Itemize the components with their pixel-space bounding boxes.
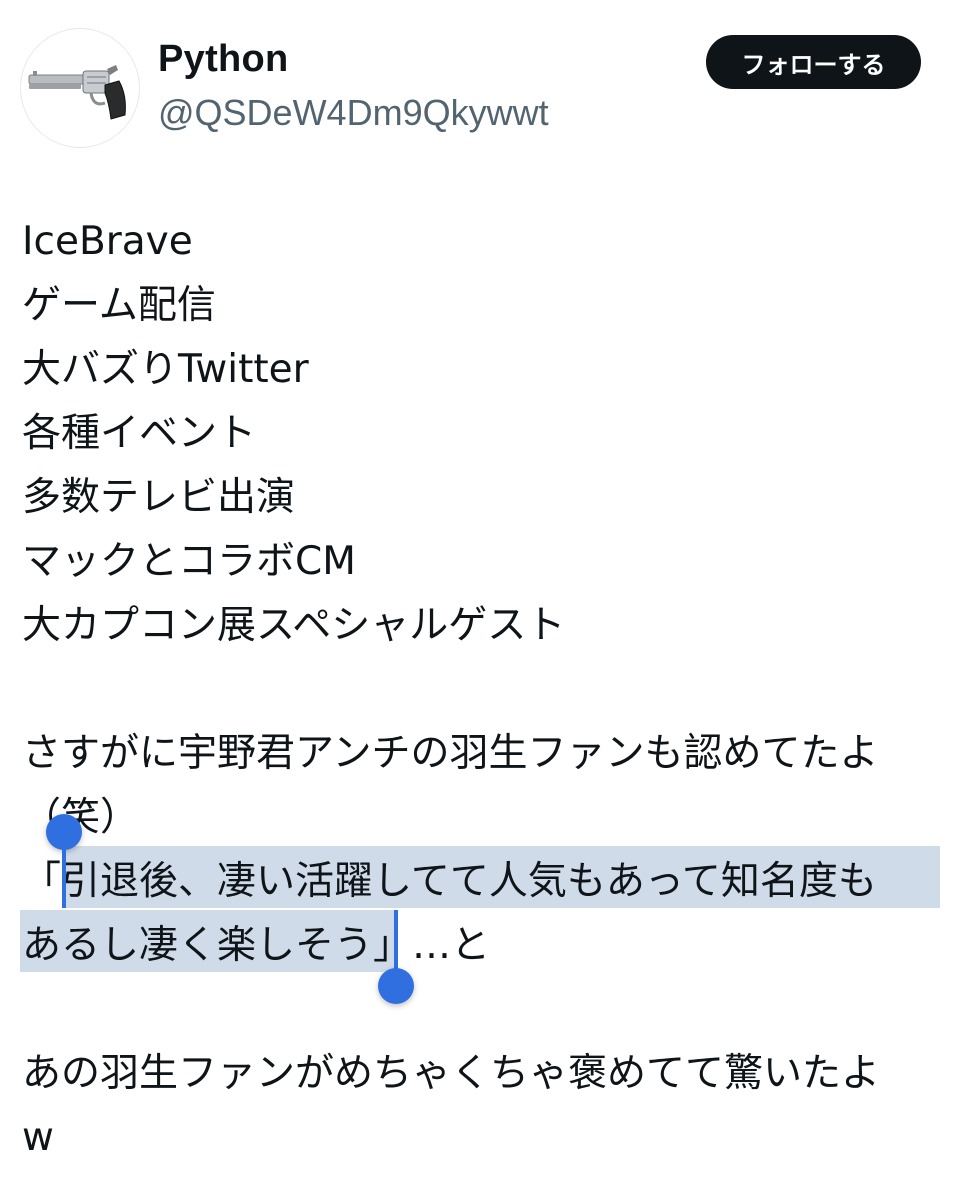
tweet-line: IceBrave <box>22 219 193 264</box>
tweet-header: Python @QSDeW4Dm9Qkywwt フォローする <box>0 0 960 170</box>
user-handle[interactable]: @QSDeW4Dm9Qkywwt <box>158 92 549 134</box>
tweet-line: あの羽生ファンがめちゃくちゃ褒めてて驚いたよ <box>22 1051 881 1096</box>
display-name[interactable]: Python <box>158 38 289 81</box>
selected-text: 引退後、凄い活躍してて人気もあって知名度も <box>61 859 877 904</box>
selection-start-caret[interactable] <box>62 836 66 908</box>
revolver-icon <box>28 65 126 120</box>
tweet-line: マックとコラボCM <box>22 539 356 584</box>
tweet-line: 「引退後、凄い活躍してて人気もあって知名度も <box>22 850 877 914</box>
tweet-line: 各種イベント <box>22 411 257 456</box>
tweet-line: 多数テレビ出演 <box>22 475 296 520</box>
quote-open: 「 <box>22 859 62 904</box>
quote-close: 」…と <box>373 923 491 968</box>
tweet-line: 大バズりTwitter <box>22 347 309 392</box>
tweet-line: さすがに宇野君アンチの羽生ファンも認めてたよ <box>22 731 879 776</box>
tweet-line: w <box>22 1115 54 1160</box>
tweet-line: 大カプコン展スペシャルゲスト <box>22 603 566 648</box>
avatar[interactable] <box>20 28 140 148</box>
tweet-line: ゲーム配信 <box>22 283 216 328</box>
selection-end-handle-knob[interactable] <box>378 968 414 1004</box>
selected-text: あるし凄く楽しそう <box>22 923 374 968</box>
tweet-line: あるし凄く楽しそう」…と <box>22 914 490 978</box>
tweet-line: （笑） <box>22 795 140 840</box>
follow-button[interactable]: フォローする <box>706 35 921 89</box>
selection-end-caret[interactable] <box>394 910 398 974</box>
